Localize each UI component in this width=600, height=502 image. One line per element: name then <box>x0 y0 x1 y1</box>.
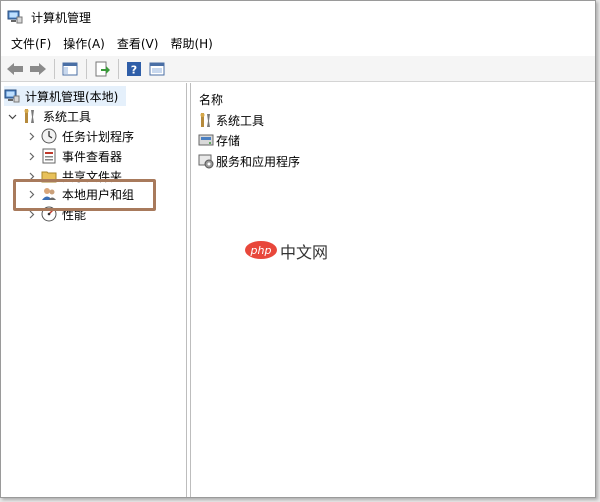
computer-management-window: 计算机管理 文件(F) 操作(A) 查看(V) 帮助(H) ? 计算机管理(本地… <box>0 0 596 498</box>
tree-item-local-users-and-groups[interactable]: 本地用户和组 <box>25 184 135 204</box>
help-icon[interactable]: ? <box>123 58 145 80</box>
svg-text:?: ? <box>131 63 137 76</box>
watermark: php 中文网 <box>244 239 328 263</box>
chevron-right-icon[interactable] <box>25 152 37 161</box>
title-bar: 计算机管理 <box>1 1 595 33</box>
chevron-right-icon[interactable] <box>25 172 37 181</box>
list-item-label: 存储 <box>216 133 241 148</box>
menu-bar: 文件(F) 操作(A) 查看(V) 帮助(H) <box>1 33 595 55</box>
tree-label: 本地用户和组 <box>62 187 135 202</box>
properties-icon[interactable] <box>146 58 168 80</box>
console-tree: 计算机管理(本地) 系统工具 任务计划程序 事件查看器 共享文件夹 本地用户和组… <box>1 83 187 497</box>
tree-label: 事件查看器 <box>62 149 123 164</box>
tree-item-system-tools[interactable]: 系统工具 <box>6 106 91 126</box>
list-item-label: 服务和应用程序 <box>216 154 301 169</box>
tree-label: 任务计划程序 <box>62 129 135 144</box>
forward-arrow-icon[interactable] <box>27 58 49 80</box>
watermark-text: 中文网 <box>280 243 329 262</box>
event-viewer-icon <box>41 148 57 164</box>
tree-item-task-scheduler[interactable]: 任务计划程序 <box>25 126 134 146</box>
chevron-right-icon[interactable] <box>25 190 37 199</box>
tree-label: 性能 <box>62 207 87 222</box>
tree-root-computer-management[interactable]: 计算机管理(本地) <box>4 86 126 106</box>
storage-icon <box>198 132 214 148</box>
tree-item-shared-folders[interactable]: 共享文件夹 <box>25 166 122 186</box>
export-list-icon[interactable] <box>91 58 113 80</box>
performance-icon <box>41 206 57 222</box>
list-item-label: 系统工具 <box>216 113 265 128</box>
tools-icon <box>22 108 38 124</box>
list-item-system-tools[interactable]: 系统工具 <box>198 110 264 130</box>
list-item-storage[interactable]: 存储 <box>198 130 240 150</box>
menu-help[interactable]: 帮助(H) <box>164 33 218 55</box>
chevron-down-icon[interactable] <box>6 112 18 121</box>
list-item-services-and-applications[interactable]: 服务和应用程序 <box>198 151 300 171</box>
menu-view[interactable]: 查看(V) <box>111 33 165 55</box>
tree-item-performance[interactable]: 性能 <box>25 204 86 224</box>
services-icon <box>198 153 214 169</box>
users-icon <box>41 186 57 202</box>
tree-label: 系统工具 <box>43 109 92 124</box>
svg-text:php: php <box>250 244 272 257</box>
toolbar: ? <box>1 56 595 82</box>
column-header-name[interactable]: 名称 <box>199 91 223 108</box>
computer-management-icon <box>7 9 23 25</box>
window-title: 计算机管理 <box>31 10 92 25</box>
shared-folder-icon <box>41 168 57 184</box>
show-hide-console-tree-icon[interactable] <box>59 58 81 80</box>
tree-label: 计算机管理(本地) <box>25 89 119 104</box>
chevron-right-icon[interactable] <box>25 132 37 141</box>
details-list-pane: 名称 系统工具 存储 服务和应用程序 php 中文网 <box>190 83 595 497</box>
tree-label: 共享文件夹 <box>62 169 123 184</box>
back-arrow-icon[interactable] <box>4 58 26 80</box>
clock-icon <box>41 128 57 144</box>
menu-file[interactable]: 文件(F) <box>5 33 57 55</box>
tree-item-event-viewer[interactable]: 事件查看器 <box>25 146 122 166</box>
computer-management-icon <box>4 88 20 104</box>
chevron-right-icon[interactable] <box>25 210 37 219</box>
toolbar-separator <box>54 58 55 79</box>
tools-icon <box>198 112 214 128</box>
php-logo-icon: php <box>244 240 278 263</box>
toolbar-separator <box>118 58 119 79</box>
menu-action[interactable]: 操作(A) <box>57 33 111 55</box>
toolbar-separator <box>86 58 87 79</box>
